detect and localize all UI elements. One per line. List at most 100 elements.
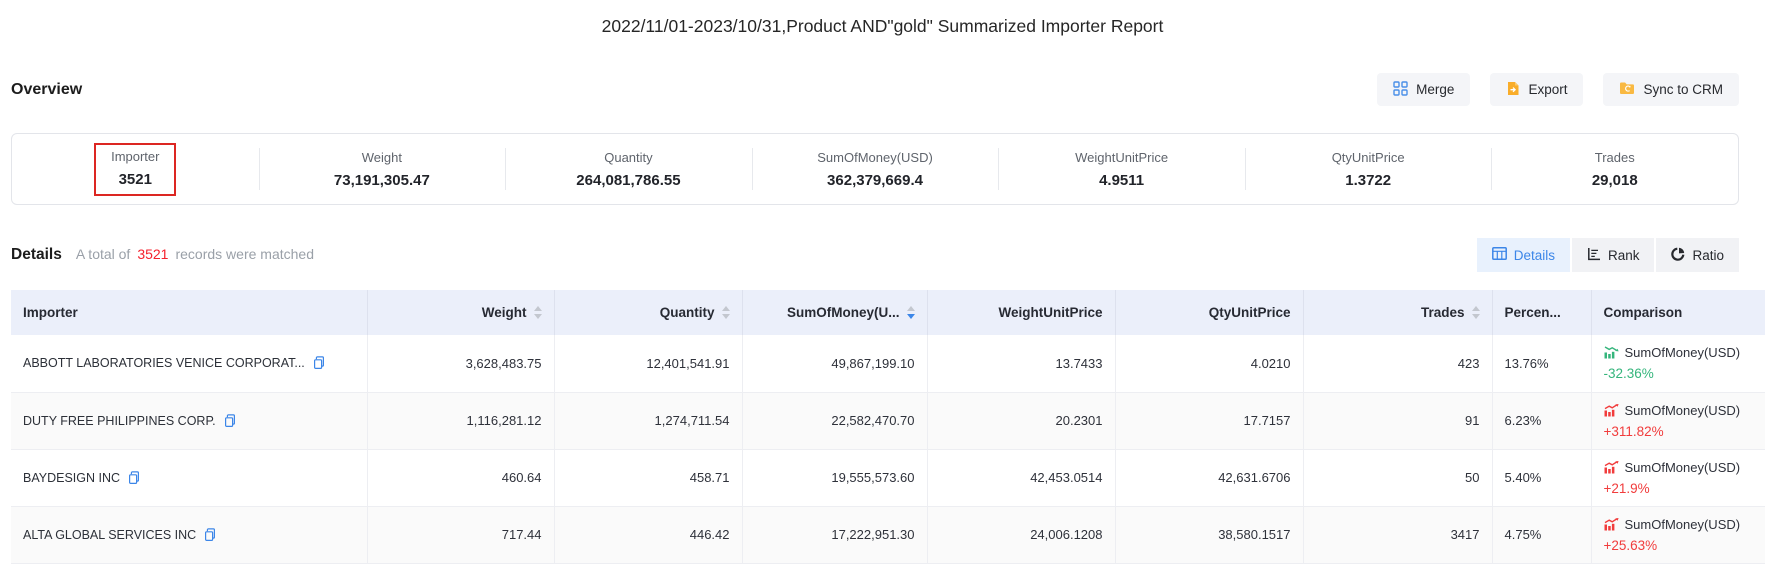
weight-unit-price-cell: 13.7433 [927,335,1115,392]
percent-cell: 4.75% [1492,506,1591,563]
sum-of-money-cell: 49,867,199.10 [742,335,927,392]
export-label: Export [1528,82,1567,97]
weight-cell: 1,116,281.12 [367,392,554,449]
stat-value: 362,379,669.4 [752,172,999,189]
qty-unit-price-cell: 42,631.6706 [1115,449,1303,506]
tab-details[interactable]: Details [1477,238,1570,272]
col-header-qty-unit-price: QtyUnitPrice [1115,290,1303,335]
importer-name: ABBOTT LABORATORIES VENICE CORPORAT... [23,356,305,370]
stat-quantity: Quantity 264,081,786.55 [505,146,752,193]
trades-cell: 3417 [1303,506,1492,563]
stat-label: Quantity [505,150,752,165]
percent-cell: 13.76% [1492,335,1591,392]
match-prefix: A total of [76,246,130,262]
page-title: 2022/11/01-2023/10/31,Product AND"gold" … [0,0,1765,41]
stat-label: SumOfMoney(USD) [752,150,999,165]
copy-icon[interactable] [204,528,216,542]
col-header-trades[interactable]: Trades [1303,290,1492,335]
col-header-importer: Importer [11,290,367,335]
tab-rank[interactable]: Rank [1572,238,1655,272]
comparison-metric: SumOfMoney(USD) [1625,343,1741,362]
comparison-change: +21.9% [1604,479,1754,498]
stat-label: Trades [1491,150,1738,165]
overview-stats-card: Importer 3521 Weight 73,191,305.47 Quant… [11,133,1739,205]
weight-cell: 460.64 [367,449,554,506]
sort-carets[interactable] [534,306,542,319]
copy-icon[interactable] [224,414,236,428]
qty-unit-price-cell: 17.7157 [1115,392,1303,449]
col-header-weight-unit-price: WeightUnitPrice [927,290,1115,335]
sync-to-crm-label: Sync to CRM [1643,82,1723,97]
export-button[interactable]: Export [1490,73,1583,106]
col-header-sum-of-money[interactable]: SumOfMoney(U... [742,290,927,335]
table-row: DUTY FREE PHILIPPINES CORP. 1,116,281.12… [11,392,1765,449]
comparison-change: +25.63% [1604,536,1754,555]
folder-sync-icon [1619,81,1635,98]
table-row: ALTA GLOBAL SERVICES INC 717.44 446.42 1… [11,506,1765,563]
col-header-weight[interactable]: Weight [367,290,554,335]
comparison-cell: SumOfMoney(USD) -32.36% [1604,343,1754,383]
stat-value: 29,018 [1491,172,1738,189]
tab-rank-label: Rank [1608,248,1640,263]
table-header-row: Importer Weight Quantity SumOfMoney(U...… [11,290,1765,335]
stat-label: QtyUnitPrice [1245,150,1492,165]
stat-label: WeightUnitPrice [998,150,1245,165]
stat-sum-of-money: SumOfMoney(USD) 362,379,669.4 [752,146,999,193]
weight-unit-price-cell: 24,006.1208 [927,506,1115,563]
view-switcher: Details Rank Ratio [1477,238,1739,272]
sort-carets[interactable] [722,306,730,319]
comparison-change: -32.36% [1604,364,1754,383]
merge-label: Merge [1416,82,1454,97]
stat-value: 73,191,305.47 [259,172,506,189]
importer-name: ALTA GLOBAL SERVICES INC [23,528,196,542]
trades-cell: 91 [1303,392,1492,449]
col-header-quantity[interactable]: Quantity [554,290,742,335]
rank-chart-icon [1587,247,1601,264]
comparison-change: +311.82% [1604,422,1754,441]
trend-icon [1604,461,1619,474]
match-suffix: records were matched [175,246,314,262]
trend-icon [1604,404,1619,417]
export-icon [1506,81,1520,99]
quantity-cell: 12,401,541.91 [554,335,742,392]
importer-name: DUTY FREE PHILIPPINES CORP. [23,414,216,428]
sum-of-money-cell: 22,582,470.70 [742,392,927,449]
merge-icon [1393,81,1408,99]
trend-icon [1604,346,1619,359]
stat-value: 4.9511 [998,172,1245,189]
quantity-cell: 458.71 [554,449,742,506]
importer-table: Importer Weight Quantity SumOfMoney(U...… [11,290,1765,564]
stat-value: 1.3722 [1245,172,1492,189]
stat-trades: Trades 29,018 [1491,146,1738,193]
qty-unit-price-cell: 4.0210 [1115,335,1303,392]
action-buttons: Merge Export Sync to CRM [1377,73,1739,106]
copy-icon[interactable] [313,356,325,370]
table-row: ABBOTT LABORATORIES VENICE CORPORAT... 3… [11,335,1765,392]
table-icon [1492,247,1507,263]
importer-stat-highlight: Importer 3521 [94,143,176,196]
comparison-metric: SumOfMoney(USD) [1625,458,1741,477]
details-heading: Details [11,246,62,264]
trend-icon [1604,518,1619,531]
tab-ratio-label: Ratio [1692,248,1724,263]
sort-carets-active-desc[interactable] [907,306,915,319]
qty-unit-price-cell: 38,580.1517 [1115,506,1303,563]
overview-heading: Overview [11,81,82,99]
stat-importer: Importer 3521 [12,139,259,200]
stat-label: Importer [111,149,159,164]
trades-cell: 50 [1303,449,1492,506]
comparison-cell: SumOfMoney(USD) +21.9% [1604,458,1754,498]
sync-to-crm-button[interactable]: Sync to CRM [1603,73,1739,106]
copy-icon[interactable] [128,471,140,485]
comparison-cell: SumOfMoney(USD) +25.63% [1604,515,1754,555]
sort-carets[interactable] [1472,306,1480,319]
merge-button[interactable]: Merge [1377,73,1470,106]
stat-value: 3521 [111,171,159,188]
quantity-cell: 446.42 [554,506,742,563]
weight-cell: 717.44 [367,506,554,563]
sum-of-money-cell: 19,555,573.60 [742,449,927,506]
weight-unit-price-cell: 42,453.0514 [927,449,1115,506]
comparison-metric: SumOfMoney(USD) [1625,515,1741,534]
col-header-comparison: Comparison [1591,290,1765,335]
tab-ratio[interactable]: Ratio [1656,238,1739,272]
